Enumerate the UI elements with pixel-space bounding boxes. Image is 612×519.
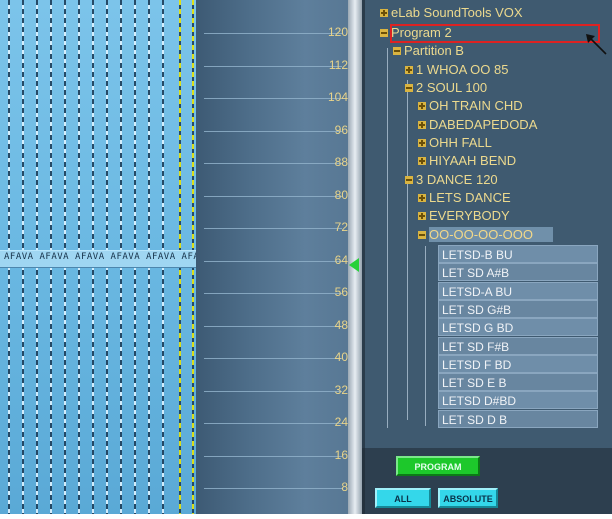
scale-tick-label: 16: [334, 447, 348, 462]
tree-node-label: 1 WHOA OO 85: [416, 62, 509, 77]
mouse-pointer-icon: [586, 34, 607, 55]
collapse-icon[interactable]: [393, 47, 401, 55]
tree-node[interactable]: 2 SOUL 100: [405, 79, 487, 97]
command-item[interactable]: LET SD D B: [438, 409, 598, 428]
scale-tick-label: 48: [334, 317, 348, 332]
tree-node-label: 3 DANCE 120: [416, 172, 498, 187]
tree-node[interactable]: HIYAAH BEND: [418, 152, 516, 170]
tree-guide-line: [387, 48, 388, 428]
selected-program-highlight: [390, 24, 600, 43]
program-button[interactable]: PROGRAM: [396, 456, 480, 476]
grid-row-label: AFAVA AFAVA AFAVA AFAVA AFAVA AFAVA AFAV…: [4, 252, 196, 262]
tree-node[interactable]: DABEDAPEDODA: [418, 116, 537, 134]
scale-tick-label: 72: [334, 220, 348, 234]
scale-tick-label: 120: [327, 25, 348, 39]
command-item[interactable]: LET SD G#B: [438, 299, 598, 318]
scale-tick-label: 56: [334, 285, 348, 299]
scale-tick-label: 64: [334, 252, 348, 267]
scale-tick-label: 96: [334, 122, 348, 137]
tree-guide-line: [407, 80, 408, 420]
scale-tick-label: 80: [334, 187, 348, 202]
tree-node[interactable]: EVERYBODY: [418, 207, 510, 225]
scale-tick-label: 8: [341, 480, 348, 494]
expand-icon[interactable]: [405, 66, 413, 74]
scale-tick-label: 104: [327, 90, 348, 104]
scale-tick-label: 112: [328, 57, 348, 72]
scale-tick-label: 24: [334, 415, 348, 429]
tree-node-label: 2 SOUL 100: [416, 80, 488, 95]
tree-node-label: OH TRAIN CHD: [429, 98, 523, 113]
scale-tick-label: 32: [334, 382, 348, 397]
bottom-edge: [0, 514, 612, 519]
tree-node-label: DABEDAPEDODA: [429, 117, 538, 132]
all-button[interactable]: ALL: [375, 488, 431, 508]
tree-node[interactable]: 3 DANCE 120: [405, 171, 498, 189]
pitch-scale: 120112104968880726456484032241680: [196, 0, 352, 519]
tree-node[interactable]: LETS DANCE: [418, 189, 511, 207]
collapse-icon[interactable]: [380, 29, 388, 37]
expand-icon[interactable]: [418, 157, 426, 165]
tree-node[interactable]: OH TRAIN CHD: [418, 97, 523, 115]
tree-node[interactable]: OO-OO-OO-OOO: [418, 226, 553, 244]
tree-node[interactable]: Partition B: [393, 42, 464, 60]
tree-node[interactable]: 1 WHOA OO 85: [405, 61, 508, 79]
tree-node-label: Partition B: [404, 43, 464, 58]
collapse-icon[interactable]: [405, 84, 413, 92]
tree-node-label: OO-OO-OO-OOO: [429, 227, 553, 242]
command-item[interactable]: LET SD F#B: [438, 336, 598, 355]
pitch-pointer-icon[interactable]: [349, 258, 359, 272]
expand-icon[interactable]: [418, 121, 426, 129]
absolute-button[interactable]: ABSOLUTE: [438, 488, 498, 508]
collapse-icon[interactable]: [405, 176, 413, 184]
expand-icon[interactable]: [418, 102, 426, 110]
tree-node-label: LETS DANCE: [429, 190, 511, 205]
command-item[interactable]: LET SD E B: [438, 373, 598, 392]
collapse-icon[interactable]: [418, 231, 426, 239]
tree-node-label: EVERYBODY: [429, 208, 510, 223]
tree-guide-line: [425, 246, 426, 426]
tree-node[interactable]: eLab SoundTools VOX: [380, 4, 523, 22]
expand-icon[interactable]: [418, 139, 426, 147]
command-item[interactable]: LETSD F BD: [438, 354, 598, 373]
command-item[interactable]: LETSD G BD: [438, 318, 598, 337]
scale-tick-label: 40: [334, 350, 348, 364]
command-item[interactable]: LETSD D#BD: [438, 391, 598, 410]
tree-node-label: OHH FALL: [429, 135, 492, 150]
tree-node[interactable]: OHH FALL: [418, 134, 492, 152]
tree-node-label: eLab SoundTools VOX: [391, 5, 523, 20]
command-item[interactable]: LETSD-B BU: [438, 245, 598, 263]
pitch-grid[interactable]: AFAVA AFAVA AFAVA AFAVA AFAVA AFAVA AFAV…: [0, 0, 196, 516]
command-item[interactable]: LET SD A#B: [438, 263, 598, 282]
expand-icon[interactable]: [418, 212, 426, 220]
tree-node-label: HIYAAH BEND: [429, 153, 517, 168]
command-item[interactable]: LETSD-A BU: [438, 281, 598, 300]
scale-tick-label: 88: [334, 155, 348, 169]
expand-icon[interactable]: [418, 194, 426, 202]
expand-icon[interactable]: [380, 9, 388, 17]
